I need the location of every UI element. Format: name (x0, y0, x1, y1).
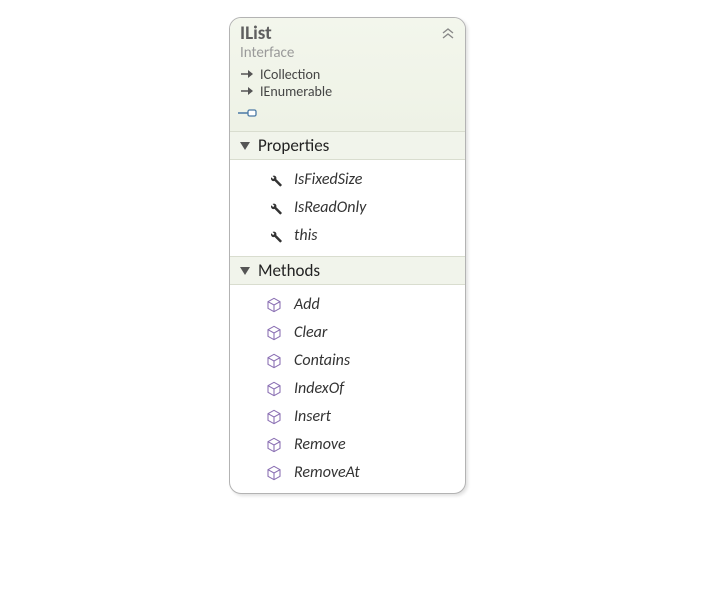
methods-members: Add Clear Contains IndexOf Insert (230, 285, 465, 493)
method-member[interactable]: RemoveAt (230, 459, 465, 487)
section-label: Methods (258, 260, 320, 281)
section-label: Properties (258, 135, 329, 156)
member-label: Remove (294, 433, 346, 457)
class-diagram-card: IList Interface ICollection (229, 17, 466, 494)
method-member[interactable]: Insert (230, 403, 465, 431)
member-label: Contains (294, 349, 350, 373)
method-member[interactable]: Add (230, 291, 465, 319)
property-member[interactable]: IsFixedSize (230, 166, 465, 194)
wrench-icon (264, 227, 284, 244)
cube-icon (264, 465, 284, 481)
member-label: this (294, 224, 317, 248)
method-member[interactable]: Contains (230, 347, 465, 375)
cube-icon (264, 297, 284, 313)
cube-icon (264, 353, 284, 369)
member-label: Insert (294, 405, 331, 429)
method-member[interactable]: Remove (230, 431, 465, 459)
method-member[interactable]: Clear (230, 319, 465, 347)
wrench-icon (264, 171, 284, 188)
property-member[interactable]: this (230, 222, 465, 250)
wrench-icon (264, 199, 284, 216)
method-member[interactable]: IndexOf (230, 375, 465, 403)
inherit-row: IEnumerable (240, 83, 455, 101)
type-title: IList (240, 24, 455, 45)
properties-members: IsFixedSize IsReadOnly this (230, 160, 465, 256)
collapse-chevron-icon[interactable] (441, 26, 455, 45)
property-member[interactable]: IsReadOnly (230, 194, 465, 222)
member-label: IsReadOnly (294, 196, 366, 220)
member-label: RemoveAt (294, 461, 360, 485)
inherit-row: ICollection (240, 66, 455, 84)
card-header: IList Interface ICollection (230, 18, 465, 131)
cube-icon (264, 437, 284, 453)
cube-icon (264, 381, 284, 397)
inherit-label: IEnumerable (260, 83, 332, 101)
inherit-arrow-icon (240, 83, 254, 101)
type-kind: Interface (240, 44, 455, 62)
inherits-list: ICollection IEnumerable (240, 66, 455, 123)
cube-icon (264, 325, 284, 341)
expand-triangle-icon (240, 267, 250, 275)
expand-triangle-icon (240, 142, 250, 150)
inherit-arrow-icon (240, 66, 254, 84)
cube-icon (264, 409, 284, 425)
member-label: IndexOf (294, 377, 344, 401)
section-header-properties[interactable]: Properties (230, 131, 465, 160)
member-label: IsFixedSize (294, 168, 362, 192)
inherit-label: ICollection (260, 66, 320, 84)
interface-lollipop-icon (238, 104, 455, 123)
member-label: Add (294, 293, 320, 317)
section-header-methods[interactable]: Methods (230, 256, 465, 285)
member-label: Clear (294, 321, 327, 345)
